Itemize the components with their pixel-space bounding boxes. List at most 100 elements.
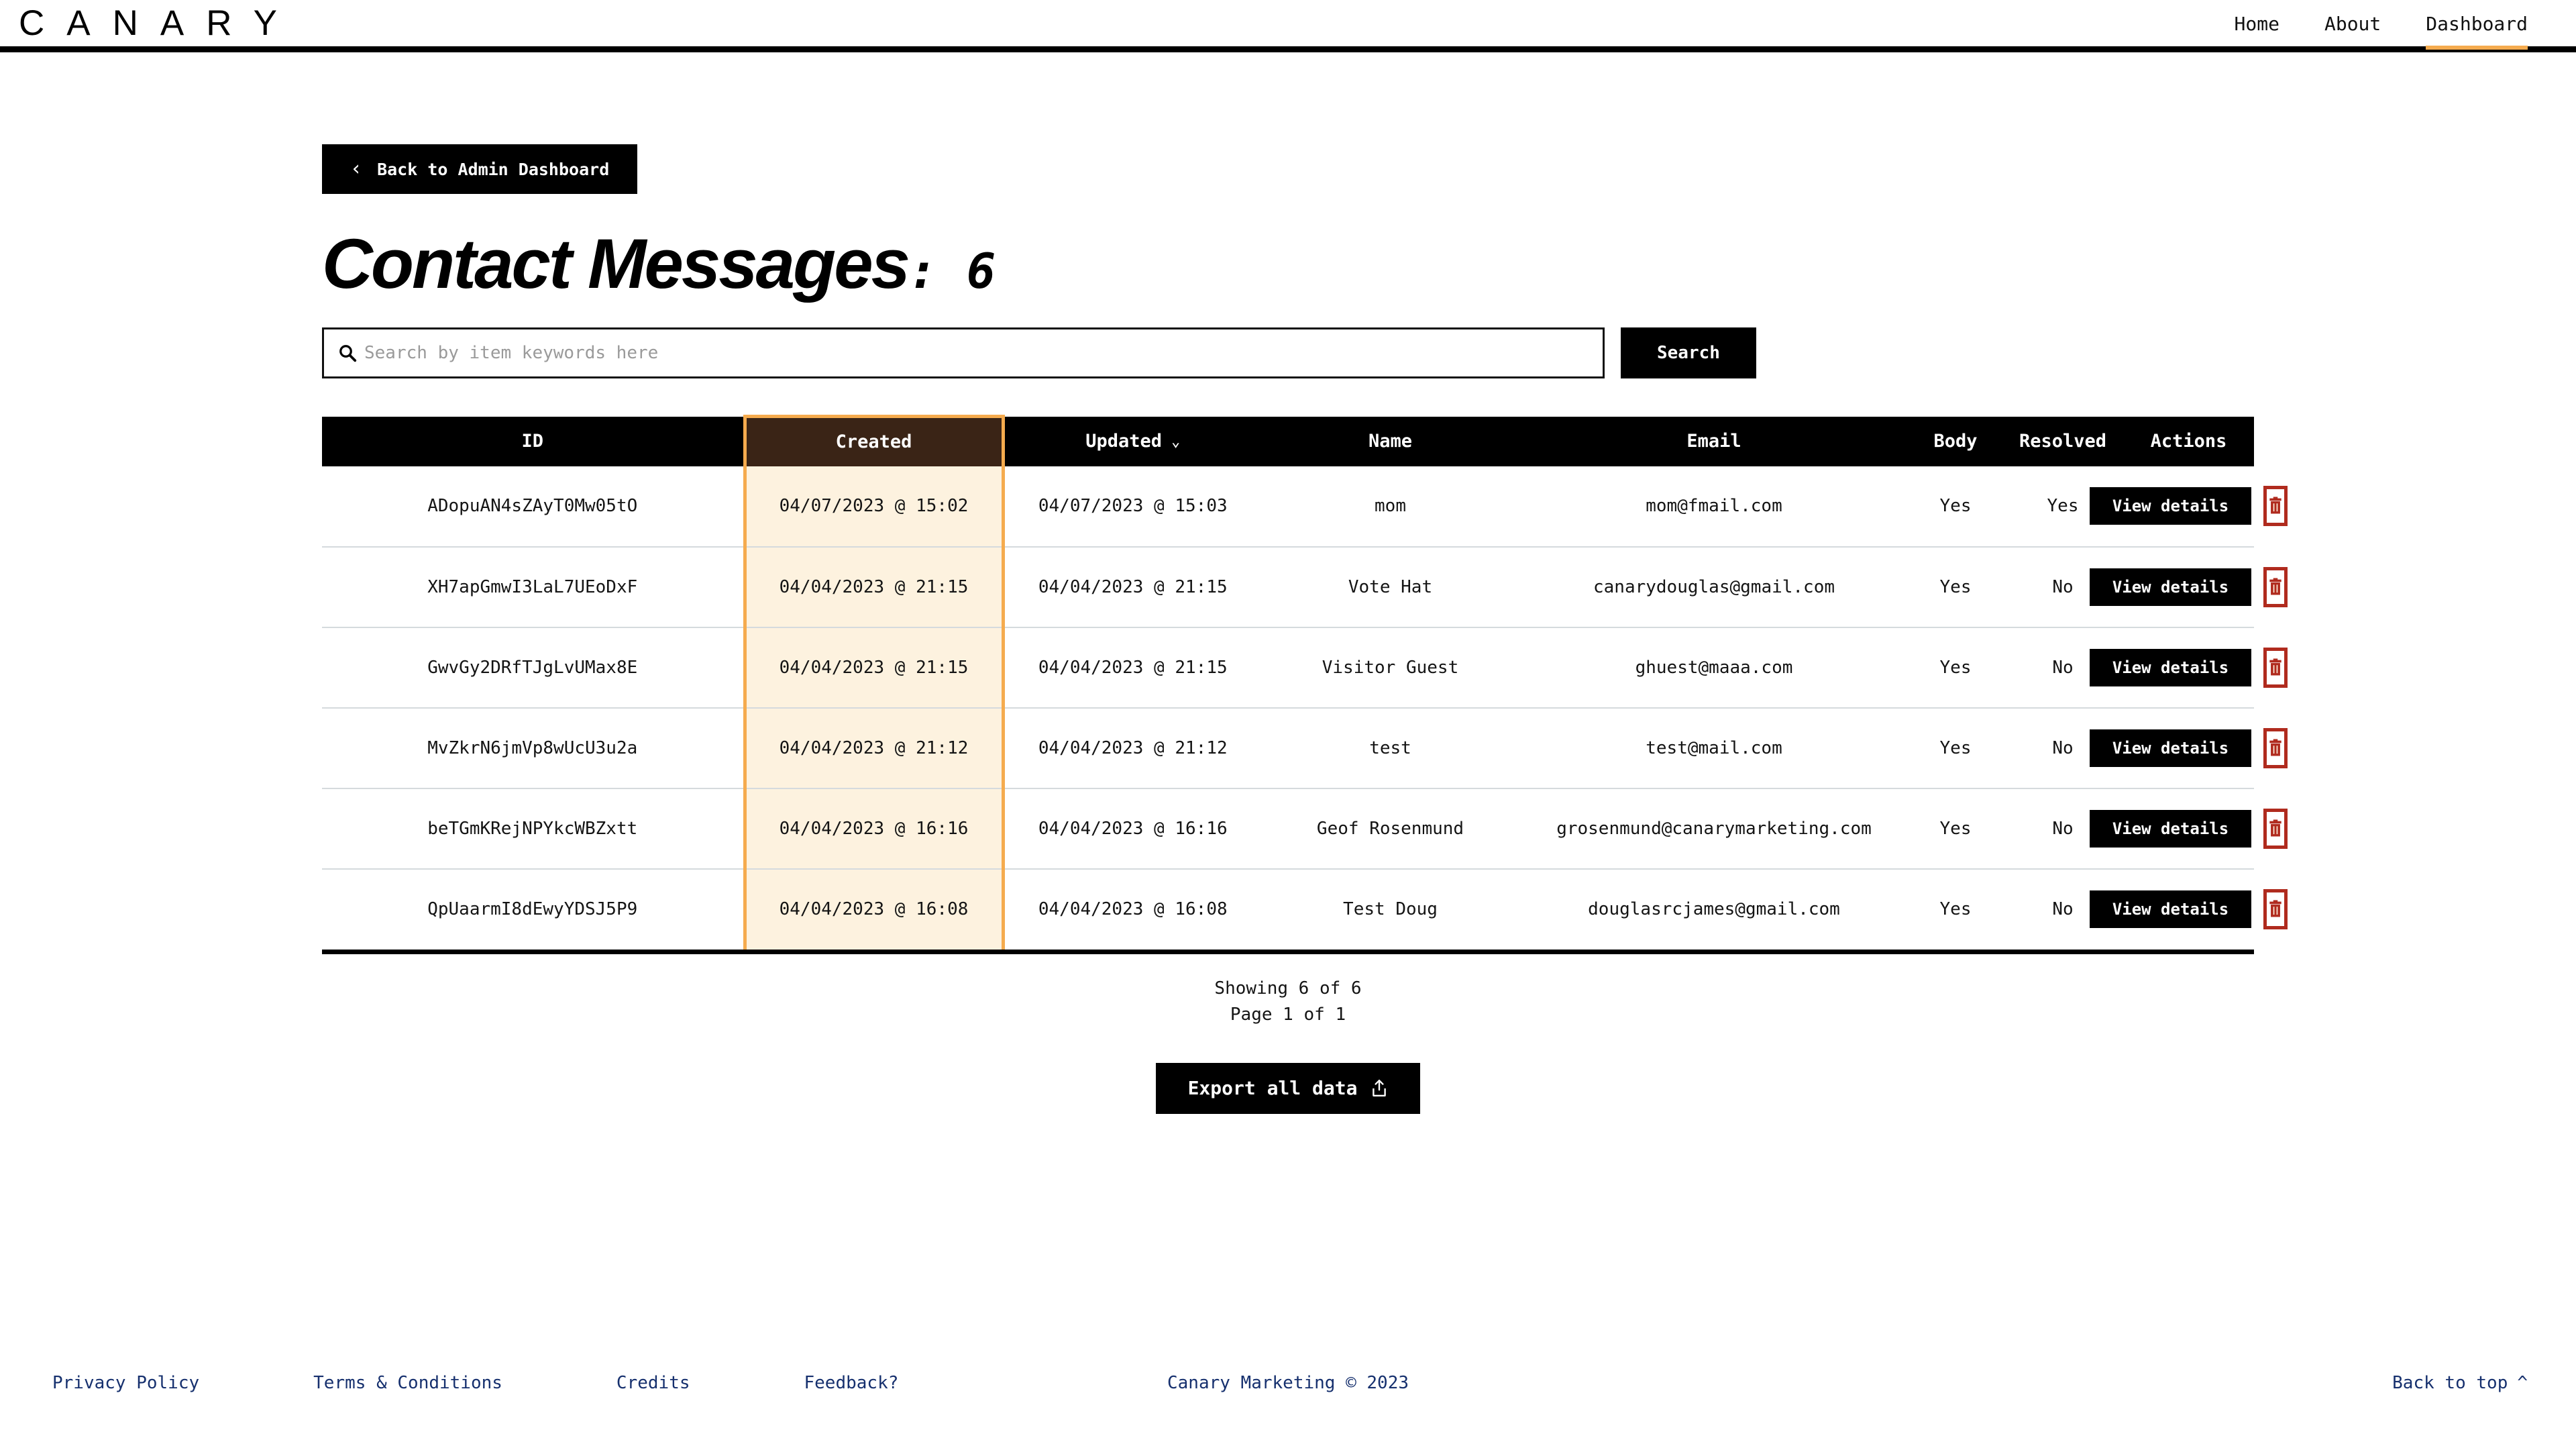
chevron-down-icon: ⌄ [1171,433,1181,450]
back-to-admin-dashboard-button[interactable]: ‹ Back to Admin Dashboard [322,144,638,194]
column-header-actions: Actions [2123,416,2254,466]
delete-row-button[interactable] [2263,486,2288,526]
contact-messages-table: ID Created Updated ⌄ Name Email Body Reso… [322,415,2288,950]
search-icon [339,345,357,362]
search-button[interactable]: Search [1621,327,1756,378]
site-header: CANARY Home About Dashboard [0,0,2576,52]
delete-row-button[interactable] [2263,727,2288,768]
row-actions: View details [2089,486,2288,526]
cell-email: ghuest@maaa.com [1519,627,1909,709]
cell-name: Visitor Guest [1261,627,1519,709]
cell-name: Test Doug [1343,899,1438,919]
cell-body: Yes [1909,707,2002,789]
trash-icon [2269,900,2282,917]
view-details-button[interactable]: View details [2089,729,2252,767]
trash-icon [2269,577,2282,595]
pagination-showing: Showing 6 of 6 [1214,978,1362,998]
column-header-body[interactable]: Body [1909,416,2002,466]
cell-email: canarydouglas@gmail.com [1519,546,1909,628]
chevron-left-icon: ‹ [350,157,363,181]
cell-id: QpUaarmI8dEwyYDSJ5P9 [427,899,638,919]
delete-row-button[interactable] [2263,889,2288,929]
cell-name: Vote Hat [1261,546,1519,628]
cell-created: 04/07/2023 @ 15:02 [743,466,1005,548]
table-body: ADopuAN4sZAyT0Mw05tO 04/07/2023 @ 15:02 04… [322,466,2288,950]
back-to-top-label: Back to top [2392,1373,2508,1393]
cell-updated: 04/04/2023 @ 21:12 [1003,707,1261,789]
export-button-label: Export all data [1187,1076,1358,1099]
table-header-row: ID Created Updated ⌄ Name Email Body Reso… [322,415,2254,466]
trash-icon [2269,497,2282,514]
nav-item-dashboard[interactable]: Dashboard [2426,13,2528,50]
page-title-separator: : [908,243,967,299]
row-actions: View details [2089,727,2288,768]
column-header-name[interactable]: Name [1261,416,1519,466]
page-title-text: Contact Messages [322,225,910,303]
brand-logo[interactable]: CANARY [0,5,299,41]
cell-email: douglasrcjames@gmail.com [1588,899,1840,919]
footer-link-feedback[interactable]: Feedback? [804,1373,899,1393]
primary-nav: Home About Dashboard [2235,0,2576,50]
chevron-up-icon: ^ [2517,1373,2528,1393]
search-input[interactable] [364,343,1603,363]
table-row: XH7apGmwI3LaL7UEoDxF 04/04/2023 @ 21:15 04… [322,546,2288,628]
search-box[interactable] [322,327,1605,378]
cell-actions: View details [2089,466,2288,548]
row-actions: View details [2089,647,2288,688]
table-row: MvZkrN6jmVp8wUcU3u2a 04/04/2023 @ 21:12 04… [322,707,2288,789]
pagination-info: Showing 6 of 6 Page 1 of 1 [322,976,2254,1028]
view-details-button[interactable]: View details [2089,890,2252,928]
column-header-updated[interactable]: Updated ⌄ [1003,416,1261,466]
delete-row-button[interactable] [2263,808,2288,849]
view-details-button[interactable]: View details [2089,568,2252,606]
cell-actions: View details [2089,869,2288,950]
trash-icon [2269,738,2282,756]
cell-actions: View details [2089,707,2288,789]
cell-created: 04/04/2023 @ 16:16 [743,788,1005,870]
cell-body: Yes [1909,627,2002,709]
cell-created: 04/04/2023 @ 21:12 [743,707,1005,789]
row-actions: View details [2089,889,2288,929]
page-title: Contact Messages: 6 [322,229,2254,299]
cell-updated: 04/04/2023 @ 16:08 [1038,899,1228,919]
cell-id: XH7apGmwI3LaL7UEoDxF [322,546,745,628]
pagination-page: Page 1 of 1 [1230,1004,1346,1025]
cell-created: 04/04/2023 @ 21:15 [743,627,1005,709]
cell-updated: 04/04/2023 @ 16:16 [1003,788,1261,870]
column-header-created[interactable]: Created [743,415,1005,466]
view-details-button[interactable]: View details [2089,809,2252,848]
back-to-top-link[interactable]: Back to top ^ [2392,1373,2528,1393]
search-row: Search [322,327,2254,378]
delete-row-button[interactable] [2263,566,2288,607]
column-header-resolved[interactable]: Resolved [2002,416,2123,466]
site-footer: Privacy Policy Terms & Conditions Credit… [0,1360,2576,1406]
cell-updated: 04/07/2023 @ 15:03 [1003,466,1261,548]
cell-actions: View details [2089,788,2288,870]
export-all-data-button[interactable]: Export all data [1155,1062,1421,1114]
table-row: beTGmKRejNPYkcWBZxtt 04/04/2023 @ 16:16 04… [322,788,2288,870]
cell-email: test@mail.com [1519,707,1909,789]
cell-body: Yes [1909,546,2002,628]
footer-link-privacy-policy[interactable]: Privacy Policy [52,1373,199,1393]
column-header-created-label: Created [835,431,912,453]
view-details-button[interactable]: View details [2089,648,2252,686]
page-body: ‹ Back to Admin Dashboard Contact Messag… [0,52,2576,1114]
trash-icon [2269,819,2282,836]
column-header-email[interactable]: Email [1519,416,1909,466]
back-button-label: Back to Admin Dashboard [377,159,610,179]
column-header-updated-label: Updated [1085,431,1163,452]
cell-actions: View details [2089,627,2288,709]
export-icon [1373,1079,1387,1096]
nav-item-home[interactable]: Home [2235,13,2279,50]
row-actions: View details [2089,808,2288,849]
view-details-button[interactable]: View details [2089,487,2252,525]
delete-row-button[interactable] [2263,647,2288,688]
cell-id: ADopuAN4sZAyT0Mw05tO [322,466,745,548]
export-row: Export all data [322,1062,2254,1114]
footer-link-terms-conditions[interactable]: Terms & Conditions [313,1373,502,1393]
footer-link-credits[interactable]: Credits [616,1373,690,1393]
nav-item-about[interactable]: About [2324,13,2381,50]
table-row: ADopuAN4sZAyT0Mw05tO 04/07/2023 @ 15:02 04… [322,466,2288,548]
column-header-id[interactable]: ID [322,416,745,466]
cell-name: mom [1261,466,1519,548]
